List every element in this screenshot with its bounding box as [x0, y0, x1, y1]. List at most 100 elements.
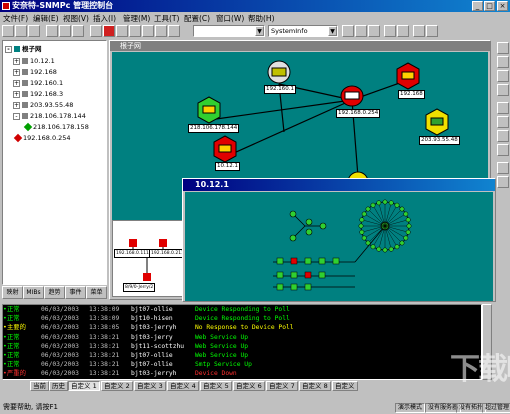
expand-icon[interactable]: + — [13, 57, 20, 65]
tab-custom-6[interactable]: 自定义 6 — [233, 381, 265, 391]
tab-custom-3[interactable]: 自定义 3 — [134, 381, 166, 391]
map-window-10-12-1[interactable]: 10.12.1 — [182, 178, 496, 302]
ring-node[interactable] — [399, 206, 405, 212]
tab-custom-2[interactable]: 自定义 2 — [101, 381, 133, 391]
trace-icon[interactable] — [142, 25, 154, 37]
mib-table-icon[interactable] — [368, 25, 380, 37]
tree-item[interactable]: +192.160.1 — [13, 78, 63, 88]
graph-icon[interactable] — [155, 25, 167, 37]
ring-node[interactable] — [399, 240, 405, 246]
ring-node[interactable] — [365, 206, 371, 212]
tree-item[interactable]: +192.168.3 — [13, 89, 63, 99]
device-192-168[interactable] — [396, 62, 420, 90]
save-icon[interactable] — [28, 25, 40, 37]
map-combo[interactable]: ▼ — [193, 25, 265, 37]
maximize-button[interactable]: □ — [484, 1, 495, 11]
log-row[interactable]: 正常 06/03/2003 13:38:09 bjt10-hisen Device Re… — [3, 315, 481, 323]
properties-icon[interactable] — [497, 162, 509, 174]
log-row[interactable]: 严重的 06/03/2003 13:38:21 bjt03-jerryh Device … — [3, 370, 481, 378]
alarm-icon[interactable] — [103, 25, 115, 37]
ring-node[interactable] — [388, 246, 394, 252]
table-icon[interactable] — [168, 25, 180, 37]
arrow-icon[interactable] — [413, 25, 425, 37]
context-help-icon[interactable] — [397, 25, 409, 37]
network-map[interactable] — [185, 192, 493, 301]
ring-node[interactable] — [376, 200, 382, 206]
tab-events[interactable]: 事件 — [65, 286, 86, 299]
ring-node[interactable] — [403, 235, 409, 241]
tree-root[interactable]: - 根子网 — [5, 44, 42, 54]
expand-icon[interactable]: + — [13, 101, 20, 109]
ring-node[interactable] — [394, 244, 400, 250]
copy-icon[interactable] — [59, 25, 71, 37]
minimize-button[interactable]: _ — [472, 1, 483, 11]
app-icon[interactable] — [2, 2, 10, 10]
tab-custom-8[interactable]: 自定义 8 — [299, 381, 331, 391]
device-203-93-55-48[interactable] — [425, 108, 449, 136]
tab-history[interactable]: 历史 — [49, 381, 68, 391]
insert-device-icon[interactable] — [497, 102, 509, 114]
ring-node[interactable] — [405, 229, 411, 235]
chevron-down-icon[interactable]: ▼ — [255, 26, 264, 36]
map-canvas[interactable] — [185, 192, 493, 301]
log-row[interactable]: 正常 06/03/2003 13:38:21 bjt03-jerry Web Servi… — [3, 334, 481, 342]
open-icon[interactable] — [15, 25, 27, 37]
tab-custom-4[interactable]: 自定义 4 — [167, 381, 199, 391]
tab-menus[interactable]: 菜单 — [86, 286, 107, 299]
ring-node[interactable] — [376, 246, 382, 252]
insert-subnet-icon[interactable] — [497, 144, 509, 156]
map-window-title[interactable]: 10.12.1 — [183, 179, 495, 191]
ring-node[interactable] — [361, 211, 367, 217]
new-icon[interactable] — [2, 25, 14, 37]
ring-node[interactable] — [382, 199, 388, 205]
tab-custom-7[interactable]: 自定义 7 — [266, 381, 298, 391]
zoom-out-icon[interactable] — [497, 70, 509, 82]
log-row[interactable]: 主要的 06/03/2003 13:38:05 bjt03-jerryh No Resp… — [3, 324, 481, 332]
delete-icon[interactable] — [497, 176, 509, 188]
tab-current[interactable]: 当前 — [30, 381, 49, 391]
cut-icon[interactable] — [46, 25, 58, 37]
tree-panel[interactable]: - 根子网 +10.12.1 +192.168 +192.160.1 +192.1… — [2, 40, 107, 285]
submap-window[interactable]: 192.168.0.111 192.168.0.211 8/9/0-Jerry/… — [112, 220, 186, 297]
tree-item[interactable]: +192.168 — [13, 67, 57, 77]
ring-node[interactable] — [370, 244, 376, 250]
ring-node[interactable] — [359, 229, 365, 235]
device-192-160-1[interactable] — [267, 60, 291, 84]
expand-icon[interactable]: + — [13, 90, 20, 98]
zoom-icon[interactable] — [90, 25, 102, 37]
insert-network-icon[interactable] — [497, 130, 509, 142]
ring-node[interactable] — [359, 217, 365, 223]
insert-link-icon[interactable] — [497, 116, 509, 128]
tab-trends[interactable]: 趋势 — [44, 286, 65, 299]
link-icon[interactable] — [426, 25, 438, 37]
ring-node[interactable] — [405, 217, 411, 223]
tab-maps[interactable]: 映射 — [2, 286, 23, 299]
tab-custom-1[interactable]: 自定义 1 — [68, 381, 100, 391]
pan-icon[interactable] — [497, 84, 509, 96]
device-10-12-1[interactable] — [213, 135, 237, 163]
expand-icon[interactable]: + — [13, 79, 20, 87]
collapse-icon[interactable]: - — [5, 45, 12, 53]
ring-node[interactable] — [406, 223, 412, 229]
zoom-in-icon[interactable] — [497, 56, 509, 68]
log-row[interactable]: 正常 06/03/2003 13:38:21 bjt07-ollie Web Servi… — [3, 352, 481, 360]
poll-icon[interactable] — [116, 25, 128, 37]
ring-node[interactable] — [361, 235, 367, 241]
ring-node[interactable] — [382, 247, 388, 253]
log-row[interactable]: 正常 06/03/2003 13:38:09 bjt07-ollie Device Re… — [3, 306, 481, 314]
chevron-down-icon[interactable]: ▼ — [328, 26, 337, 36]
ring-node[interactable] — [365, 240, 371, 246]
tree-item[interactable]: 218.106.178.158 — [23, 122, 89, 132]
tree-item[interactable]: 192.168.0.254 — [13, 133, 71, 143]
device-218-106-178-144[interactable] — [197, 96, 221, 124]
mib-browse-icon[interactable] — [342, 25, 354, 37]
map-window-title[interactable]: 根子网 — [110, 41, 490, 51]
ring-node[interactable] — [394, 202, 400, 208]
mib-combo[interactable]: SystemInfo ▼ — [268, 25, 338, 37]
tab-mibs[interactable]: MIBs — [23, 286, 44, 299]
ring-node[interactable] — [388, 200, 394, 206]
tree-item[interactable]: +10.12.1 — [13, 56, 55, 66]
collapse-icon[interactable]: - — [13, 112, 20, 120]
event-log[interactable]: 正常 06/03/2003 13:38:09 bjt07-ollie Device Re… — [2, 304, 482, 380]
close-button[interactable]: × — [497, 1, 508, 11]
